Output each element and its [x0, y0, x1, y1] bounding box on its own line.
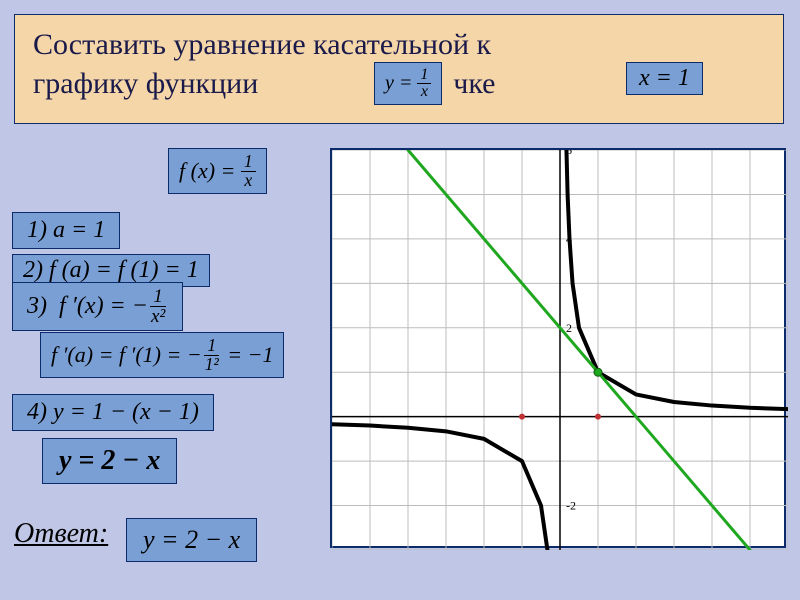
formula-x-equals-1: x = 1: [626, 62, 703, 95]
header-line1: Составить уравнение касательной к: [33, 25, 765, 64]
chart-plot: -2246: [330, 148, 786, 548]
svg-text:2: 2: [566, 321, 572, 335]
step-4: 4) y = 1 − (x − 1): [12, 394, 214, 431]
chart-svg: -2246: [332, 150, 788, 550]
formula-y-1-over-x: y = 1x: [374, 62, 442, 105]
step-1: 1) a = 1: [12, 212, 120, 249]
svg-text:-2: -2: [566, 499, 576, 513]
step-3: 3) f ′(x) = − 1x²: [12, 282, 183, 331]
result-formula: y = 2 − x: [42, 438, 177, 484]
answer-label: Ответ:: [14, 518, 108, 550]
formula-fx: f (x) = 1x: [168, 148, 267, 194]
step-3b: f ′(a) = f ′(1) = − 11² = −1: [40, 332, 284, 378]
answer-formula: y = 2 − x: [126, 518, 257, 562]
